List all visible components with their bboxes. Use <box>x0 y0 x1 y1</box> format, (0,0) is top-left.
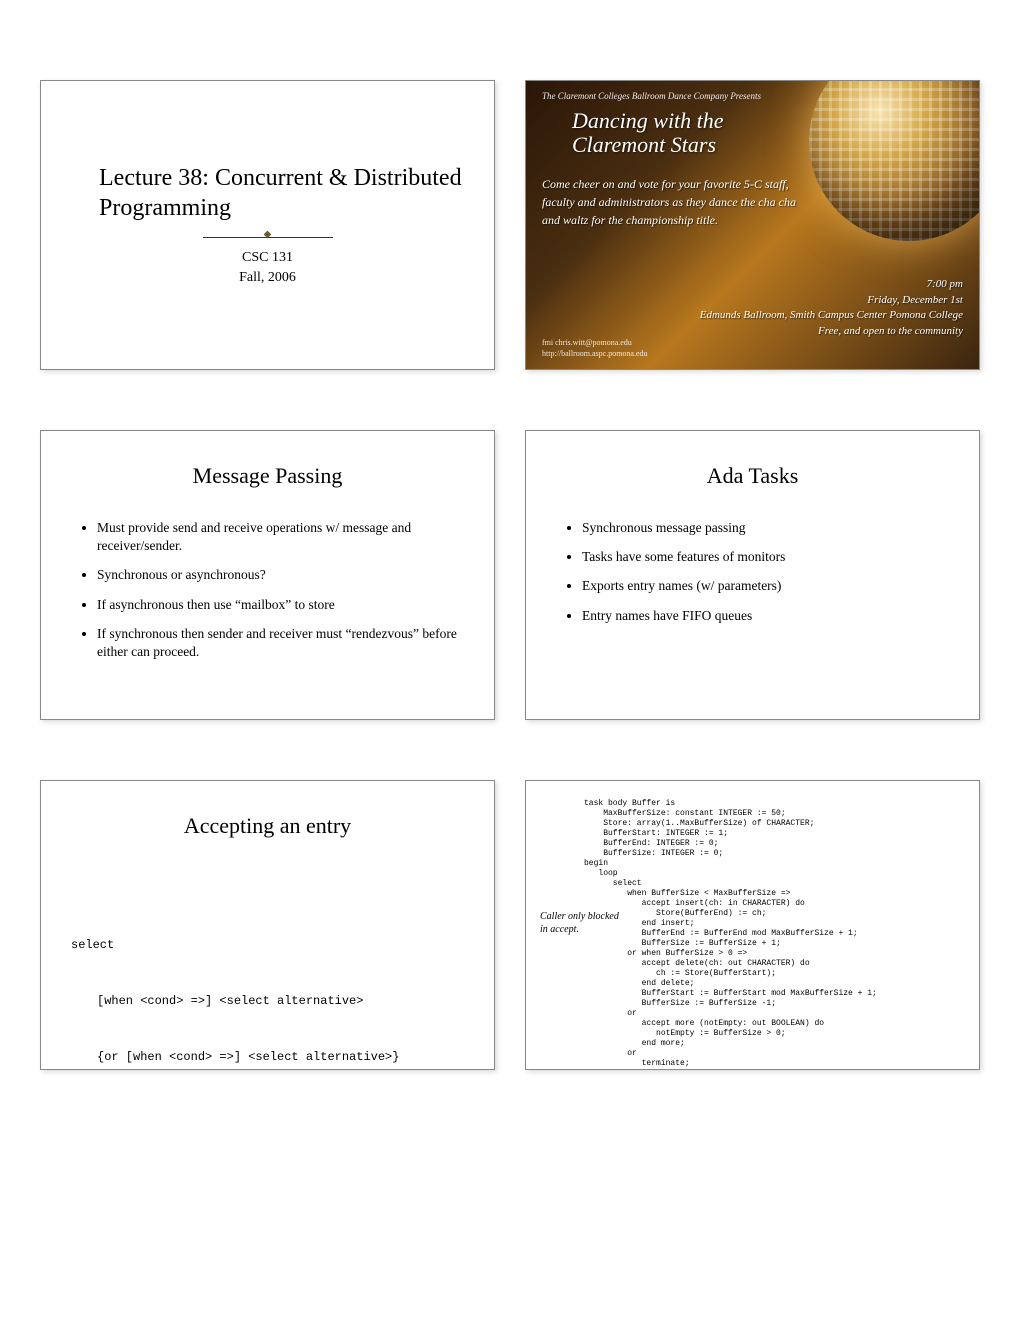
slide-flyer: The Claremont Colleges Ballroom Dance Co… <box>525 80 980 370</box>
bullet: Synchronous message passing <box>582 519 949 537</box>
flyer-title-line1: Dancing with the <box>572 108 724 133</box>
term: Fall, 2006 <box>239 268 296 288</box>
flyer-email: fmi chris.witt@pomona.edu <box>542 338 648 348</box>
bullet-list: Synchronous message passing Tasks have s… <box>556 519 949 625</box>
code-line: [when <cond> =>] <select alternative> <box>71 992 464 1011</box>
bullet: Must provide send and receive operations… <box>97 519 464 555</box>
slide-message-passing: Message Passing Must provide send and re… <box>40 430 495 720</box>
slide-heading: Message Passing <box>71 463 464 489</box>
flyer-contact: fmi chris.witt@pomona.edu http://ballroo… <box>542 338 648 359</box>
code-line: select <box>71 936 464 955</box>
code-line: {or [when <cond> =>] <select alternative… <box>71 1048 464 1067</box>
flyer-time: 7:00 pm <box>700 277 963 292</box>
flyer-free: Free, and open to the community <box>700 324 963 339</box>
flyer-content: The Claremont Colleges Ballroom Dance Co… <box>542 91 963 359</box>
slide-handout: Lecture 38: Concurrent & Distributed Pro… <box>0 20 1020 1130</box>
bullet: Tasks have some features of monitors <box>582 548 949 566</box>
flyer-org: The Claremont Colleges Ballroom Dance Co… <box>542 91 963 101</box>
slide-heading: Ada Tasks <box>556 463 949 489</box>
bullet: If asynchronous then use “mailbox” to st… <box>97 596 464 614</box>
bullet: Entry names have FIFO queues <box>582 607 949 625</box>
flyer-url: http://ballroom.aspc.pomona.edu <box>542 349 648 359</box>
flyer-title-line2: Claremont Stars <box>572 132 716 157</box>
divider <box>203 237 333 238</box>
slide-accepting-entry: Accepting an entry select [when <cond> =… <box>40 780 495 1070</box>
slide-ada-tasks: Ada Tasks Synchronous message passing Ta… <box>525 430 980 720</box>
bullet: Exports entry names (w/ parameters) <box>582 577 949 595</box>
callout-note: Caller only blocked in accept. <box>540 911 620 936</box>
flyer-details: 7:00 pm Friday, December 1st Edmunds Bal… <box>700 277 963 339</box>
course-code: CSC 131 <box>242 248 293 268</box>
slide-buffer-code: Caller only blocked in accept. task body… <box>525 780 980 1070</box>
slide-title: Lecture 38: Concurrent & Distributed Pro… <box>40 80 495 370</box>
flyer-title: Dancing with the Claremont Stars <box>572 109 963 157</box>
flyer-venue: Edmunds Ballroom, Smith Campus Center Po… <box>700 308 963 323</box>
bullet-list: Must provide send and receive operations… <box>71 519 464 661</box>
code-block: select [when <cond> =>] <select alternat… <box>71 899 464 1070</box>
bullet: If synchronous then sender and receiver … <box>97 625 464 661</box>
flyer-body: Come cheer on and vote for your favorite… <box>542 175 802 229</box>
bullet: Synchronous or asynchronous? <box>97 566 464 584</box>
lecture-title: Lecture 38: Concurrent & Distributed Pro… <box>71 163 464 223</box>
flyer-date: Friday, December 1st <box>700 293 963 308</box>
slide-heading: Accepting an entry <box>71 813 464 839</box>
